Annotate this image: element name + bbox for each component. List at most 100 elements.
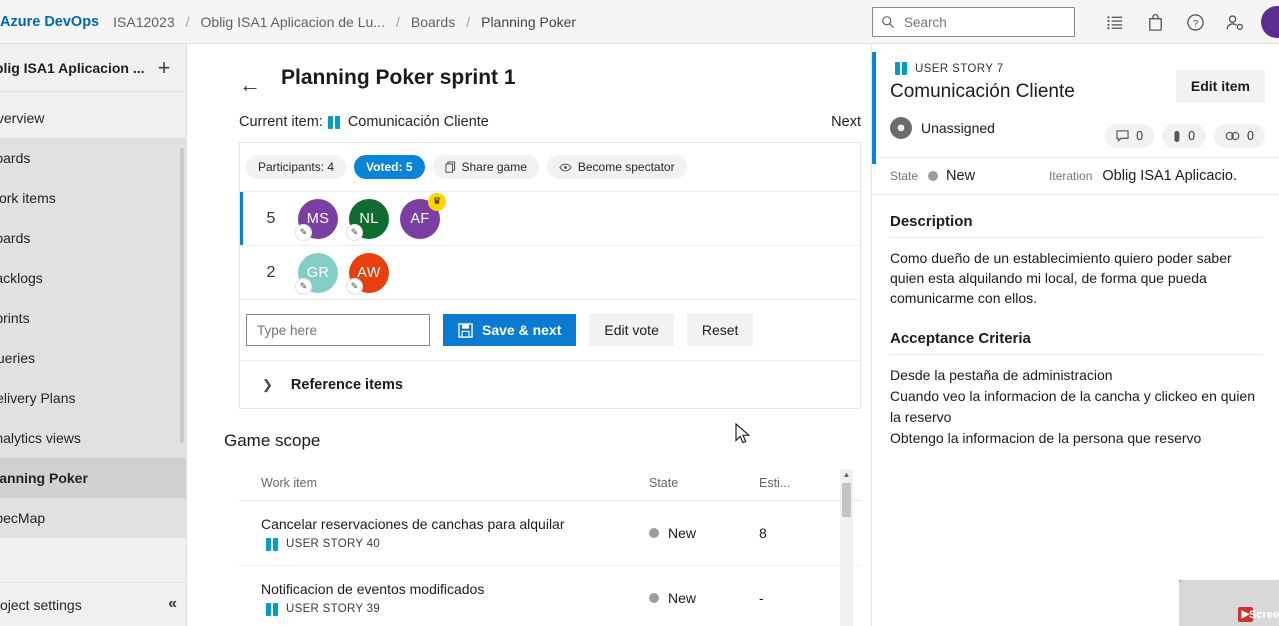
sidebar-item-analytics-views[interactable]: Analytics views (0, 418, 186, 458)
avatar[interactable]: MS ✎ (295, 198, 338, 241)
edit-pencil-icon[interactable]: ✎ (346, 223, 363, 241)
sidebar-item-boards-group[interactable]: Boards (0, 138, 186, 178)
avatar[interactable]: AW ✎ (346, 252, 389, 295)
comments-counter[interactable]: 0 (1105, 124, 1155, 148)
breadcrumb-project[interactable]: Oblig ISA1 Aplicacion de Lu... (197, 14, 389, 30)
share-game-button[interactable]: Share game (432, 155, 539, 179)
state-dot-icon (649, 593, 659, 603)
edit-vote-button[interactable]: Edit vote (589, 314, 674, 346)
voted-badge: Voted: 5 (354, 155, 425, 179)
sidebar-item-specmap[interactable]: SpecMap (0, 498, 186, 538)
avatar[interactable]: AF ♛ (400, 192, 446, 239)
current-item-row: Current item: Comunicación Cliente Next (239, 114, 861, 142)
state-value-text: New (946, 168, 976, 184)
reference-items-label: Reference items (290, 376, 403, 393)
links-count: 0 (1247, 129, 1254, 143)
table-row[interactable]: Cancelar reservaciones de canchas para a… (239, 501, 861, 566)
add-new-button[interactable]: + (150, 54, 178, 82)
vote-participants: MS ✎ NL ✎ AF ♛ (295, 192, 446, 241)
vote-value: 5 (266, 209, 276, 227)
project-settings-label: Project settings (0, 596, 82, 613)
help-icon[interactable]: ? (1175, 0, 1215, 44)
link-icon (1225, 132, 1240, 140)
reference-items-toggle[interactable]: ❯ Reference items (240, 360, 860, 408)
user-story-icon (895, 62, 908, 75)
sidebar-item-backlogs[interactable]: Backlogs (0, 258, 186, 298)
sidebar-item-label: Delivery Plans (0, 390, 76, 406)
work-item-title[interactable]: Notificacion de eventos modificados (261, 581, 649, 597)
attachments-counter[interactable]: 0 (1162, 124, 1207, 148)
comments-count: 0 (1136, 129, 1144, 143)
current-item-label: Current item: (239, 114, 323, 130)
vote-actions: Save & next Edit vote Reset (240, 299, 860, 360)
person-icon: ☻ (890, 117, 912, 139)
save-and-next-button[interactable]: Save & next (443, 314, 577, 346)
state-field-value: New (928, 168, 975, 184)
collapse-sidebar-icon[interactable]: « (168, 595, 177, 613)
list-icon[interactable] (1095, 0, 1135, 44)
work-item-title[interactable]: Cancelar reservaciones de canchas para a… (261, 516, 649, 532)
sidebar-item-work-items[interactable]: Work items (0, 178, 186, 218)
back-button[interactable]: ← (239, 74, 261, 96)
acceptance-criteria-line: Obtengo la informacion de la persona que… (890, 430, 1202, 446)
sidebar-item-label: Boards (0, 150, 31, 166)
next-button[interactable]: Next (831, 114, 861, 130)
sidebar-item-sprints[interactable]: Sprints (0, 298, 186, 338)
share-game-label: Share game (461, 160, 527, 174)
breadcrumb-planning-poker[interactable]: Planning Poker (477, 14, 580, 30)
avatar[interactable]: NL ✎ (346, 198, 389, 241)
detail-body: Description Como dueño de un establecimi… (872, 195, 1279, 449)
project-name[interactable]: Oblig ISA1 Aplicacion ... (0, 60, 145, 76)
detail-card: USER STORY 7 Comunicación Cliente ☻ Unas… (872, 44, 1279, 164)
search-input[interactable]: Search (872, 7, 1075, 37)
sidebar-item-delivery-plans[interactable]: Delivery Plans (0, 378, 186, 418)
table-scrollbar[interactable]: ▲ ▼ (840, 469, 853, 626)
azure-devops-logo[interactable]: Azure DevOps (0, 14, 99, 30)
iteration-field-label: Iteration (1049, 169, 1093, 183)
project-header: Oblig ISA1 Aplicacion ... + (0, 44, 186, 92)
sidebar-item-project-settings[interactable]: Project settings « (0, 582, 187, 626)
sidebar-item-label: Queries (0, 350, 36, 366)
current-item-info: Current item: Comunicación Cliente (239, 114, 489, 130)
column-header-state[interactable]: State (649, 476, 759, 490)
user-settings-icon[interactable] (1215, 0, 1255, 44)
estimate-cell: 8 (759, 525, 767, 541)
edit-pencil-icon[interactable]: ✎ (346, 277, 363, 295)
user-story-icon (327, 115, 341, 129)
edit-item-button[interactable]: Edit item (1175, 70, 1265, 102)
avatar[interactable]: GR ✎ (295, 252, 338, 295)
table-row[interactable]: Notificacion de eventos modificados USER… (239, 566, 861, 626)
page-title: Planning Poker sprint 1 (281, 66, 516, 89)
sidebar-scrollbar[interactable] (180, 148, 184, 443)
comment-icon (1116, 130, 1129, 142)
reset-button[interactable]: Reset (686, 314, 754, 346)
sidebar-item-planning-poker[interactable]: Planning Poker (0, 458, 186, 498)
links-counter[interactable]: 0 (1214, 124, 1265, 148)
breadcrumb-boards[interactable]: Boards (407, 14, 459, 30)
edit-pencil-icon[interactable]: ✎ (295, 223, 312, 241)
scroll-up-icon[interactable]: ▲ (843, 470, 851, 479)
vote-input[interactable] (246, 314, 430, 346)
project-sidebar: Oblig ISA1 Aplicacion ... + Overview Boa… (0, 44, 187, 626)
scrollbar-thumb[interactable] (842, 483, 851, 517)
edit-pencil-icon[interactable]: ✎ (295, 277, 312, 295)
sidebar-item-queries[interactable]: Queries (0, 338, 186, 378)
game-status-pills: Participants: 4 Voted: 5 Share game Beco… (240, 143, 860, 191)
sidebar-item-label: Work items (0, 190, 56, 206)
marketplace-bag-icon[interactable] (1135, 0, 1175, 44)
user-avatar[interactable] (1261, 6, 1279, 38)
column-header-estimate[interactable]: Esti... (759, 476, 819, 490)
attachment-icon (1174, 130, 1180, 142)
description-text: Como dueño de un establecimiento quiero … (890, 250, 1232, 306)
become-spectator-button[interactable]: Become spectator (546, 155, 687, 179)
chevron-right-icon: ❯ (262, 376, 273, 392)
current-item-name: Comunicación Cliente (347, 114, 489, 130)
sidebar-item-overview[interactable]: Overview (0, 98, 186, 138)
estimate-cell: - (759, 590, 764, 606)
column-header-work-item[interactable]: Work item (239, 476, 649, 490)
sidebar-item-boards[interactable]: Boards (0, 218, 186, 258)
reset-label: Reset (701, 322, 739, 338)
breadcrumb-organization[interactable]: ISA12023 (109, 14, 179, 30)
edit-item-label: Edit item (1190, 78, 1250, 94)
description-heading: Description (890, 213, 1263, 238)
